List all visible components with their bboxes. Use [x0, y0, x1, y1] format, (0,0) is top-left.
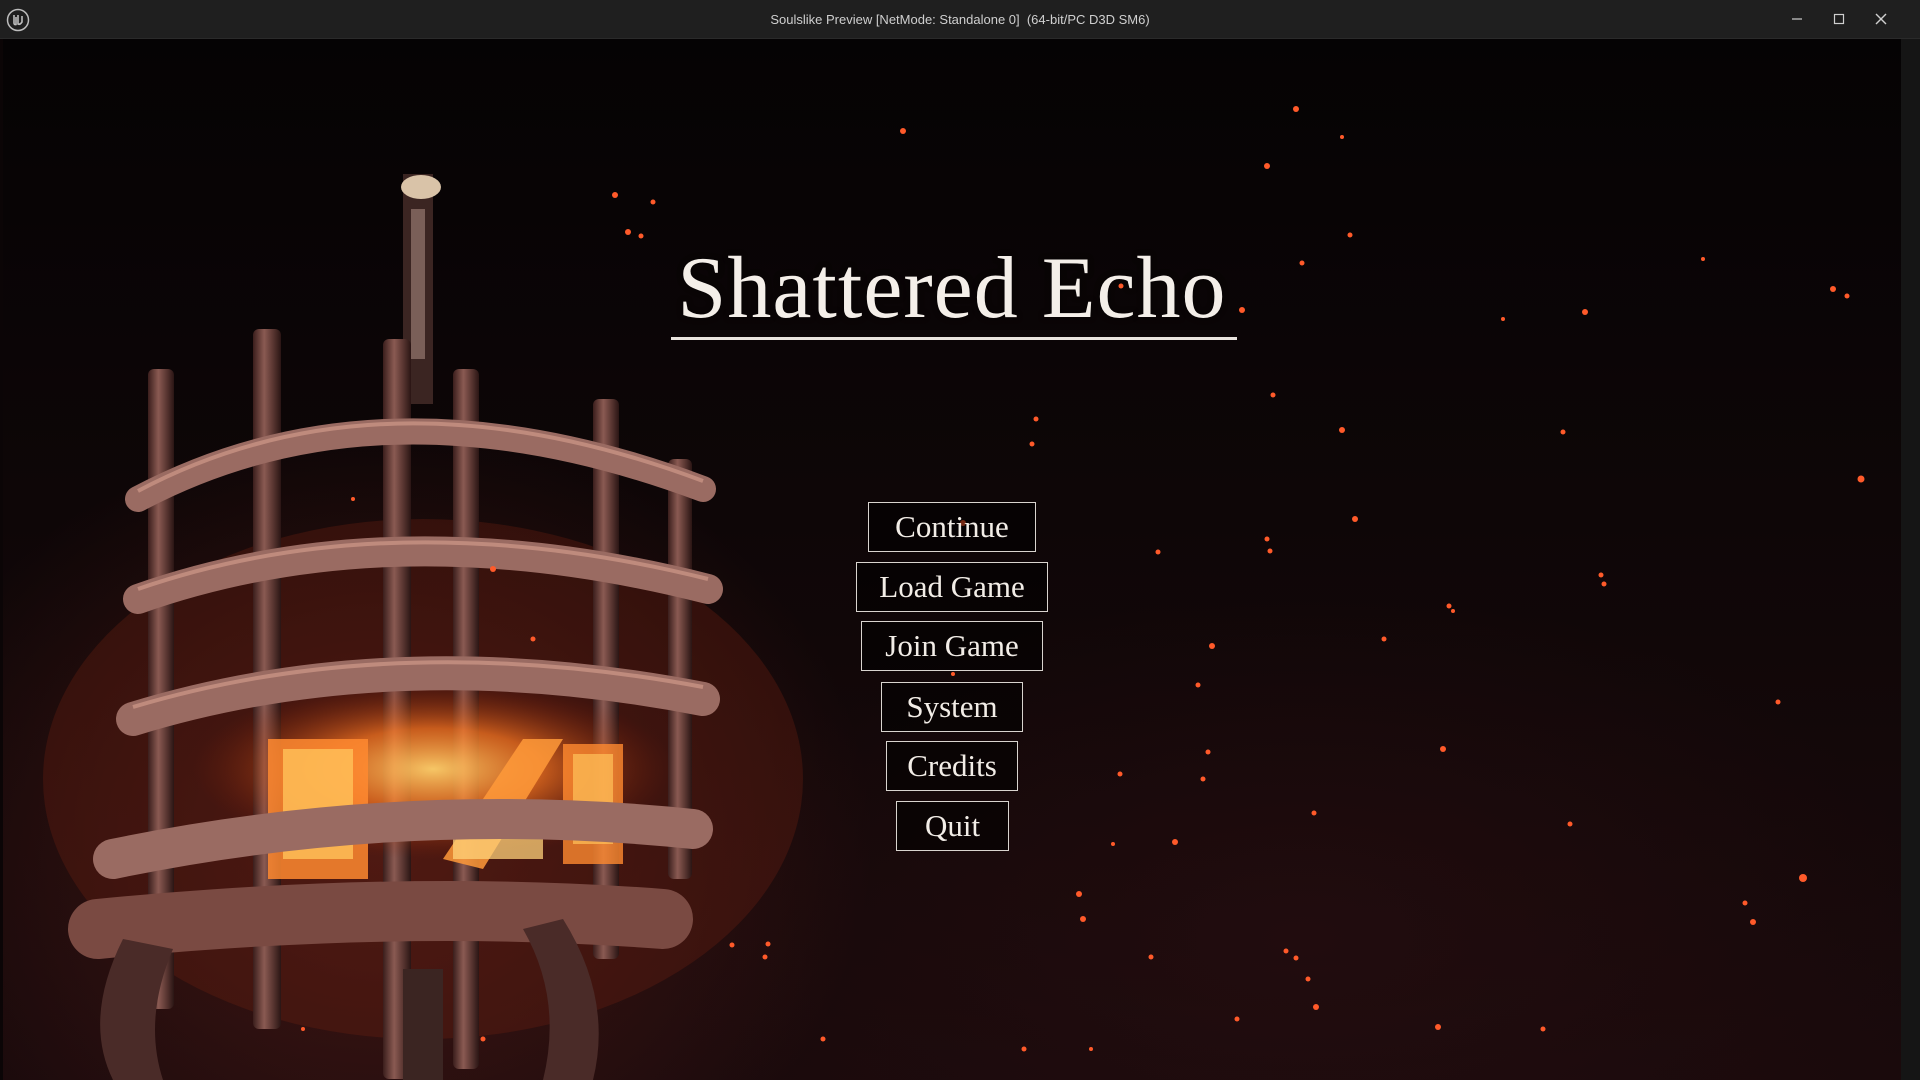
maximize-icon — [1833, 13, 1845, 25]
maximize-button[interactable] — [1818, 0, 1860, 38]
continue-button[interactable]: Continue — [868, 502, 1036, 552]
close-button[interactable] — [1860, 0, 1902, 38]
brazier-scene — [43, 106, 1865, 1080]
title-bar[interactable]: Soulslike Preview [NetMode: Standalone 0… — [0, 0, 1920, 39]
quit-button[interactable]: Quit — [896, 801, 1009, 851]
load-game-button[interactable]: Load Game — [856, 562, 1048, 612]
game-window: Soulslike Preview [NetMode: Standalone 0… — [0, 0, 1920, 1080]
system-button[interactable]: System — [881, 682, 1023, 732]
join-game-button[interactable]: Join Game — [861, 621, 1043, 671]
close-icon — [1875, 13, 1887, 25]
credits-button[interactable]: Credits — [886, 741, 1018, 791]
title-underline — [671, 337, 1237, 340]
game-viewport[interactable]: Shattered Echo Continue Load Game Join G… — [3, 39, 1901, 1080]
minimize-button[interactable] — [1776, 0, 1818, 38]
window-title: Soulslike Preview [NetMode: Standalone 0… — [770, 12, 1150, 27]
minimize-icon — [1792, 18, 1802, 20]
window-edge — [1901, 39, 1920, 1080]
game-title: Shattered Echo — [677, 240, 1227, 337]
